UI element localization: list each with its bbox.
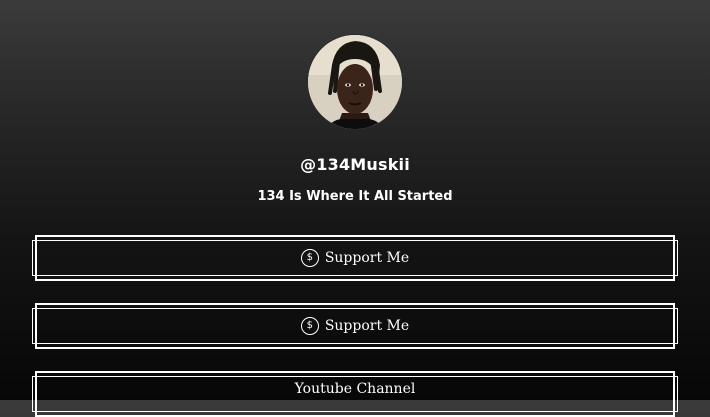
profile-avatar (308, 35, 402, 129)
avatar-photo (308, 35, 402, 129)
profile-handle: @134Muskii (300, 155, 410, 174)
support-me-button[interactable]: $ Support Me (32, 235, 678, 281)
support-me-button-2[interactable]: $ Support Me (32, 303, 678, 349)
youtube-channel-button[interactable]: Youtube Channel (32, 371, 678, 417)
profile-bio: 134 Is Where It All Started (257, 189, 453, 204)
button-label: Youtube Channel (294, 381, 416, 397)
button-label: Support Me (324, 318, 410, 334)
dollar-coin-icon: $ (300, 249, 319, 267)
button-content: Youtube Channel (37, 373, 673, 415)
button-label: Support Me (324, 250, 410, 266)
button-content: $ Support Me (37, 305, 673, 347)
dollar-coin-icon: $ (300, 317, 319, 335)
button-content: $ Support Me (37, 237, 673, 279)
